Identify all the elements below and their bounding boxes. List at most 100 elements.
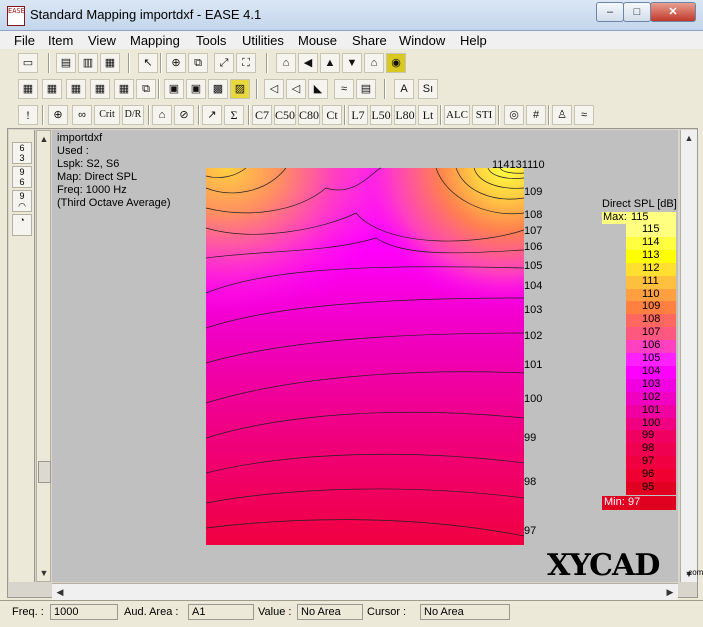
arrow-left-icon[interactable]: ◀ [298, 53, 318, 73]
c7-button[interactable]: C7 [252, 105, 272, 125]
layers-icon[interactable]: ⧉ [136, 79, 156, 99]
menu-window[interactable]: Window [399, 33, 445, 48]
menu-mapping[interactable]: Mapping [130, 33, 180, 48]
legend-level-value: 95 [642, 481, 655, 493]
l7-button[interactable]: L7 [348, 105, 368, 125]
wave-icon[interactable]: ≈ [334, 79, 354, 99]
curve-9-icon[interactable]: 9 ◠ [12, 190, 32, 212]
print-icon[interactable]: ▤ [56, 53, 76, 73]
sigma-button[interactable]: Σ [224, 105, 244, 125]
grid-view-2-icon[interactable]: ▦ [42, 79, 62, 99]
print-preview-icon[interactable]: ▥ [78, 53, 98, 73]
contour-label-top: 114131110 [492, 159, 545, 171]
globe-icon[interactable]: ◉ [386, 53, 406, 73]
speaker-icon[interactable]: ◁ [264, 79, 284, 99]
contour-map: 114131110 109 108 107 106 105 104 103 10… [205, 159, 545, 545]
curve-6-3-icon[interactable]: 63 [12, 142, 32, 164]
zoom-fit-icon[interactable]: ⤢ [214, 53, 234, 73]
chair-icon[interactable]: ♙ [552, 105, 572, 125]
alc-button[interactable]: ALC [444, 105, 470, 125]
map-view-2-icon[interactable]: ▣ [186, 79, 206, 99]
horizontal-scrollbar[interactable]: ◀ ▶ [52, 583, 678, 600]
close-button[interactable]: ✕ [650, 2, 696, 22]
ct-button[interactable]: Ct [322, 105, 342, 125]
target-icon[interactable]: ⊕ [48, 105, 68, 125]
curve-9-6-icon[interactable]: 96 [12, 166, 32, 188]
scroll-left-icon[interactable]: ◀ [52, 584, 68, 600]
map-highlight-icon[interactable]: ▨ [230, 79, 250, 99]
scroll-down-icon[interactable]: ▼ [36, 565, 52, 581]
crit-button[interactable]: Crit [94, 105, 120, 125]
crosshair-icon[interactable]: ⊕ [166, 53, 186, 73]
grid-view-5-icon[interactable]: ▦ [114, 79, 134, 99]
map-view-1-icon[interactable]: ▣ [164, 79, 184, 99]
ease-app-icon[interactable]: EASE [7, 6, 25, 26]
hash-icon[interactable]: # [526, 105, 546, 125]
xycad-watermark-sub: .com [686, 568, 703, 577]
excl-button[interactable]: ! [18, 105, 38, 125]
menu-mouse[interactable]: Mouse [298, 33, 337, 48]
scroll-right-icon[interactable]: ▶ [662, 584, 678, 600]
menu-help[interactable]: Help [460, 33, 487, 48]
legend-title: Direct SPL [dB] [602, 198, 677, 210]
table-icon[interactable]: ▤ [356, 79, 376, 99]
legend-level-value: 109 [642, 300, 661, 313]
legend-level-value: 102 [642, 390, 661, 403]
contour-label-102: 102 [524, 330, 542, 342]
menu-item[interactable]: Item [48, 33, 73, 48]
no-entry-icon[interactable]: ⊘ [174, 105, 194, 125]
measure-icon[interactable]: ↗ [202, 105, 222, 125]
minimize-button[interactable]: – [596, 2, 624, 22]
status-freq-label: Freq. : [12, 606, 44, 618]
l80-button[interactable]: L80 [394, 105, 416, 125]
scroll-up-icon[interactable]: ▲ [36, 131, 52, 147]
chart-a-icon[interactable]: A [394, 79, 414, 99]
map-color-icon[interactable]: ▩ [208, 79, 228, 99]
grid-view-4-icon[interactable]: ▦ [90, 79, 110, 99]
arrow-up-icon[interactable]: ▲ [320, 53, 340, 73]
menu-tools[interactable]: Tools [196, 33, 226, 48]
dr-button[interactable]: D/R [122, 105, 144, 125]
left-scrollbar[interactable]: ▲ ▼ [36, 130, 51, 582]
link-icon[interactable]: ∞ [72, 105, 92, 125]
c80-button[interactable]: C80 [298, 105, 320, 125]
lt-button[interactable]: Lt [418, 105, 438, 125]
gauge-icon[interactable]: ◔ [12, 214, 32, 236]
scroll-up-right-icon[interactable]: ▲ [681, 130, 697, 146]
zoom-all-icon[interactable]: ⛶ [236, 53, 256, 73]
menu-file[interactable]: File [14, 33, 35, 48]
speaker-off-icon[interactable]: ◁ [286, 79, 306, 99]
house-icon[interactable]: ⌂ [276, 53, 296, 73]
right-scrollbar[interactable]: ▲ ▼ [680, 130, 697, 582]
zoom-window-icon[interactable]: ⧉ [188, 53, 208, 73]
grid-view-3-icon[interactable]: ▦ [66, 79, 86, 99]
status-cursor-label: Cursor : [367, 606, 407, 618]
house-2-icon[interactable]: ⌂ [152, 105, 172, 125]
maximize-button[interactable]: □ [623, 2, 651, 22]
chart-si-icon[interactable]: Sı [418, 79, 438, 99]
pointer-icon[interactable]: ↖ [138, 53, 158, 73]
home-icon[interactable]: ⌂ [364, 53, 384, 73]
contour-label-108: 108 [524, 209, 542, 221]
xycad-watermark: XYCAD [547, 548, 660, 583]
wave-2-icon[interactable]: ≈ [574, 105, 594, 125]
menu-share[interactable]: Share [352, 33, 387, 48]
menu-utilities[interactable]: Utilities [242, 33, 284, 48]
legend-level-value: 113 [642, 248, 660, 261]
shape-icon[interactable]: ◣ [308, 79, 328, 99]
legend-level-value: 115 [642, 223, 660, 235]
l50-button[interactable]: L50 [370, 105, 392, 125]
arrow-down-icon[interactable]: ▼ [342, 53, 362, 73]
left-scroll-thumb[interactable] [38, 461, 51, 483]
status-aud-field: A1 [188, 604, 254, 620]
grid-view-1-icon[interactable]: ▦ [18, 79, 38, 99]
window-icon[interactable]: ▭ [18, 53, 38, 73]
c50-button[interactable]: C50 [274, 105, 296, 125]
menu-view[interactable]: View [88, 33, 116, 48]
sti-button[interactable]: STI [472, 105, 496, 125]
contour-label-107: 107 [524, 225, 542, 237]
toolbar-row-3: ! ⊕ ∞ Crit D/R ⌂ ⊘ ↗ Σ C7 C50 C80 Ct L7 … [4, 103, 604, 127]
mapping-plot-area[interactable]: importdxf Used : Lspk: S2, S6 Map: Direc… [52, 130, 678, 582]
spiral-icon[interactable]: ◎ [504, 105, 524, 125]
export-icon[interactable]: ▦ [100, 53, 120, 73]
